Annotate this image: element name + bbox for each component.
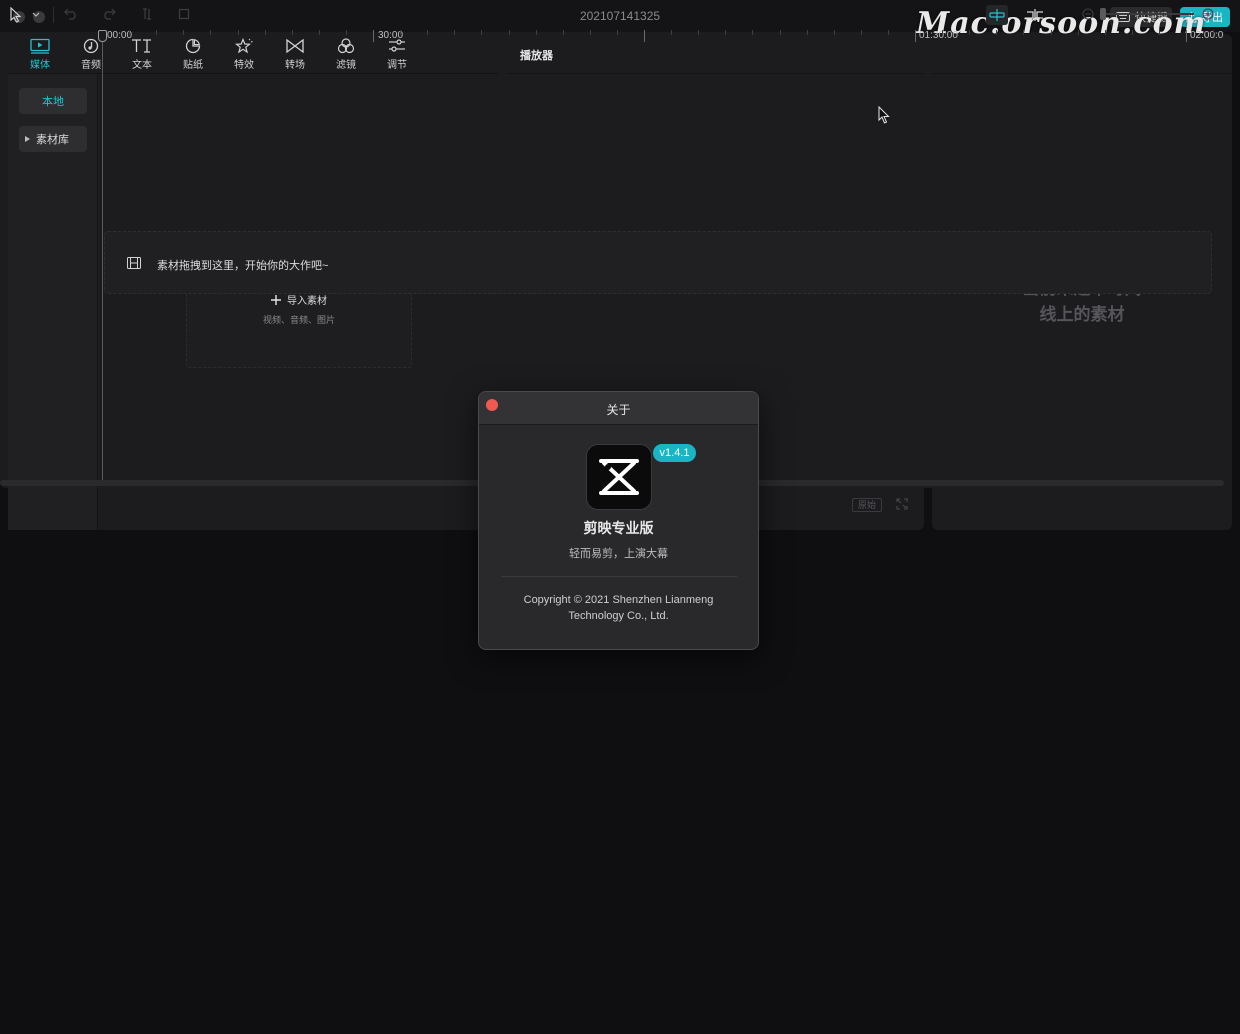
ruler-tick <box>725 30 727 35</box>
split-icon[interactable] <box>141 8 153 20</box>
ruler-tick <box>1213 30 1215 35</box>
timeline-drop-zone[interactable]: 素材拖拽到这里，开始你的大作吧~ <box>104 231 1212 294</box>
ruler-tick <box>1077 30 1079 35</box>
ruler-tick <box>915 30 916 42</box>
linkage-icon[interactable] <box>1026 8 1044 22</box>
about-dialog-title: 关于 <box>606 403 631 417</box>
ruler-tick <box>942 30 944 35</box>
tab-filter-label: 滤镜 <box>336 60 356 71</box>
timeline-drop-hint: 素材拖拽到这里，开始你的大作吧~ <box>157 260 329 272</box>
about-dialog-header: 关于 <box>479 392 758 425</box>
ruler-tick <box>860 30 862 35</box>
mouse-cursor-icon <box>878 106 890 124</box>
import-media-label: 导入素材 <box>287 296 327 307</box>
tab-media[interactable]: 媒体 <box>15 34 65 74</box>
ruler-tick <box>996 30 998 35</box>
ruler-tick <box>345 30 347 35</box>
ruler-tick <box>779 30 781 35</box>
ruler-tick <box>644 30 645 42</box>
player-title: 播放器 <box>520 50 553 62</box>
sidebar-item-library-label: 素材库 <box>36 134 69 146</box>
tab-adjust-label: 调节 <box>387 60 407 71</box>
ruler-tick <box>129 30 131 35</box>
ruler-tick <box>1158 30 1160 35</box>
import-media-hint: 视频、音频、图片 <box>262 315 335 325</box>
app-logo-icon <box>586 444 652 510</box>
copyright-line1: Copyright © 2021 Shenzhen Lianmeng <box>523 594 714 606</box>
ruler-tick <box>1023 30 1025 35</box>
ruler-tick <box>264 30 266 35</box>
copyright-text: Copyright © 2021 Shenzhen Lianmeng Techn… <box>479 592 758 624</box>
ruler-tick <box>1050 30 1052 35</box>
ruler-tick <box>291 30 293 35</box>
ruler-tick <box>969 30 971 35</box>
redo-icon[interactable] <box>102 8 116 20</box>
tab-text-label: 文本 <box>132 60 152 71</box>
ruler-tick <box>752 30 754 35</box>
media-icon <box>30 38 50 54</box>
film-icon <box>127 257 141 269</box>
ruler-tick <box>508 30 510 35</box>
dialog-divider <box>501 576 737 577</box>
playhead-line <box>102 32 103 480</box>
ruler-tick <box>373 30 374 42</box>
snap-icon <box>989 9 1005 21</box>
ruler-tick <box>454 30 456 35</box>
ruler-tick <box>535 30 537 35</box>
plus-icon <box>271 294 281 305</box>
ruler-tick <box>210 30 212 35</box>
ruler-tick <box>562 30 564 35</box>
zoom-slider-track[interactable] <box>1106 13 1194 15</box>
tab-media-label: 媒体 <box>30 60 50 71</box>
ruler-label: 02:00:0 <box>1190 30 1224 41</box>
ruler-tick <box>833 30 835 35</box>
ruler-tick <box>318 30 320 35</box>
sidebar-item-library[interactable]: 素材库 <box>19 126 87 152</box>
ruler-tick <box>589 30 591 35</box>
select-tool-icon[interactable] <box>9 7 23 23</box>
ruler-tick <box>671 30 673 35</box>
copyright-line2: Technology Co., Ltd. <box>568 610 669 622</box>
playhead-handle[interactable] <box>98 30 107 42</box>
tab-transition-label: 转场 <box>285 60 305 71</box>
tab-sticker-label: 贴纸 <box>183 60 203 71</box>
original-ratio-button[interactable]: 原始 <box>852 498 882 512</box>
fullscreen-icon[interactable] <box>896 498 908 510</box>
ruler-tick <box>887 30 889 35</box>
ruler-tick <box>1186 30 1187 42</box>
app-name: 剪映专业版 <box>583 520 654 536</box>
undo-icon[interactable] <box>64 8 78 20</box>
zoom-in-icon[interactable] <box>1202 8 1214 20</box>
zoom-slider-handle[interactable] <box>1100 8 1106 20</box>
ruler-tick <box>1131 30 1133 35</box>
ruler-label: 01:30:00 <box>919 30 958 41</box>
ruler-tick <box>400 30 402 35</box>
delete-icon[interactable] <box>178 8 190 20</box>
toolbar-divider <box>53 7 54 23</box>
zoom-out-icon[interactable] <box>1082 8 1094 20</box>
details-empty-line2: 线上的素材 <box>1039 305 1125 324</box>
ruler-tick <box>698 30 700 35</box>
app-slogan: 轻而易剪，上演大幕 <box>569 548 668 560</box>
chevron-down-icon[interactable] <box>32 12 40 18</box>
ruler-tick <box>237 30 239 35</box>
import-media-button[interactable]: 导入素材 <box>187 292 411 307</box>
timeline-ruler[interactable]: 00:00 30:00 01:30:00 02:00:0 <box>102 30 1224 46</box>
media-sidebar: 本地 素材库 <box>8 74 98 530</box>
version-badge: v1.4.1 <box>653 444 696 462</box>
timeline-toolbar <box>0 0 1224 30</box>
ruler-tick <box>183 30 185 35</box>
ruler-tick <box>1104 30 1106 35</box>
sidebar-item-local[interactable]: 本地 <box>19 88 87 114</box>
about-dialog: 关于 v1.4.1 剪映专业版 轻而易剪，上演大幕 Copyright © 20… <box>478 391 759 650</box>
ruler-tick <box>427 30 429 35</box>
tab-audio-label: 音频 <box>81 60 101 71</box>
ruler-tick <box>481 30 483 35</box>
tab-effects-label: 特效 <box>234 60 254 71</box>
ruler-tick <box>616 30 618 35</box>
caret-right-icon <box>25 136 30 142</box>
magnet-snap-button[interactable] <box>986 5 1008 25</box>
ruler-tick <box>806 30 808 35</box>
ruler-tick <box>156 30 158 35</box>
